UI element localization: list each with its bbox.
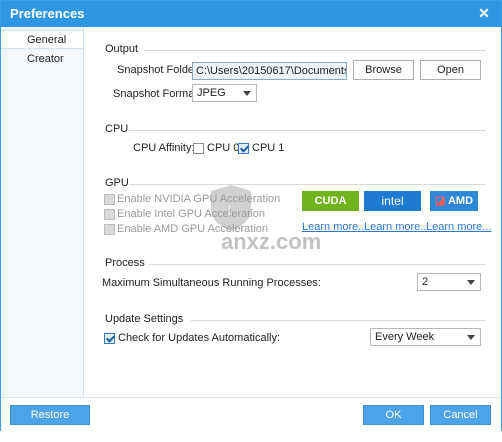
preferences-window: Preferences ✕ General Creator Output Sna… — [0, 0, 502, 439]
browse-button[interactable]: Browse — [353, 60, 414, 80]
amd-gpu-checkbox[interactable] — [104, 224, 115, 235]
amd-logo-icon: ◪ — [434, 195, 448, 207]
close-icon[interactable]: ✕ — [475, 4, 493, 22]
restore-defaults-button[interactable]: Restore Defaults — [10, 405, 90, 439]
amd-badge-label: AMD — [447, 195, 474, 207]
open-button[interactable]: Open — [420, 60, 481, 80]
intel-gpu-checkbox[interactable] — [104, 209, 115, 220]
section-divider — [191, 320, 486, 321]
cpu0-checkbox[interactable] — [193, 143, 204, 154]
title-bar: Preferences ✕ — [1, 1, 501, 27]
snapshot-format-label: Snapshot Format: — [113, 88, 201, 100]
cpu-affinity-label: CPU Affinity: — [133, 142, 195, 154]
auto-update-label: Check for Updates Automatically: — [118, 332, 281, 344]
learn-more-nvidia-link[interactable]: Learn more... — [302, 221, 367, 233]
cpu1-label: CPU 1 — [252, 142, 285, 154]
snapshot-format-select[interactable]: JPEG — [192, 84, 257, 102]
cpu1-checkbox[interactable] — [238, 143, 249, 154]
learn-more-amd-link[interactable]: Learn more... — [426, 221, 491, 233]
nvidia-gpu-checkbox[interactable] — [104, 194, 115, 205]
window-title: Preferences — [10, 6, 85, 21]
max-processes-label: Maximum Simultaneous Running Processes: — [102, 277, 321, 289]
intel-badge-label: intel — [381, 194, 404, 208]
chevron-down-icon — [467, 280, 475, 285]
gpu-section-title: GPU — [105, 177, 129, 189]
cpu0-label: CPU 0 — [207, 142, 240, 154]
output-section-title: Output — [105, 43, 139, 55]
amd-badge: ◪ AMD — [430, 191, 478, 211]
section-divider — [144, 50, 486, 51]
learn-more-intel-link[interactable]: Learn more... — [364, 221, 429, 233]
snapshot-format-value: JPEG — [197, 87, 226, 99]
update-section-title: Update Settings — [105, 313, 184, 325]
section-divider — [129, 130, 486, 131]
sidebar-item-label: General — [27, 34, 67, 46]
max-processes-select[interactable]: 2 — [417, 273, 481, 291]
snapshot-folder-label: Snapshot Folder: — [117, 64, 201, 76]
cancel-button[interactable]: Cancel — [430, 405, 491, 425]
intel-gpu-label: Enable Intel GPU Acceleration — [117, 208, 265, 220]
sidebar: General Creator — [1, 27, 84, 397]
intel-badge: intel — [364, 191, 421, 211]
general-panel: Output Snapshot Folder: C:\Users\2015061… — [84, 27, 501, 397]
section-divider — [129, 184, 486, 185]
sidebar-item-creator[interactable]: Creator — [1, 50, 83, 69]
cuda-badge-label: CUDA — [314, 195, 347, 207]
sidebar-item-general[interactable]: General — [1, 30, 83, 49]
amd-gpu-label: Enable AMD GPU Acceleration — [117, 223, 269, 235]
footer: Restore Defaults OK Cancel — [1, 397, 501, 439]
auto-update-checkbox[interactable] — [104, 333, 115, 344]
nvidia-gpu-label: Enable NVIDIA GPU Acceleration — [117, 193, 281, 205]
update-frequency-value: Every Week — [375, 331, 435, 343]
section-divider — [149, 264, 486, 265]
chevron-down-icon — [467, 335, 475, 340]
chevron-down-icon — [243, 91, 251, 96]
sidebar-item-label: Creator — [27, 53, 64, 65]
snapshot-folder-field[interactable]: C:\Users\20150617\Documents\4Vide — [192, 62, 347, 80]
update-frequency-select[interactable]: Every Week — [370, 328, 481, 346]
max-processes-value: 2 — [422, 276, 429, 288]
cpu-section-title: CPU — [105, 123, 129, 135]
cuda-badge: CUDA — [302, 191, 359, 211]
process-section-title: Process — [105, 257, 145, 269]
ok-button[interactable]: OK — [363, 405, 424, 425]
